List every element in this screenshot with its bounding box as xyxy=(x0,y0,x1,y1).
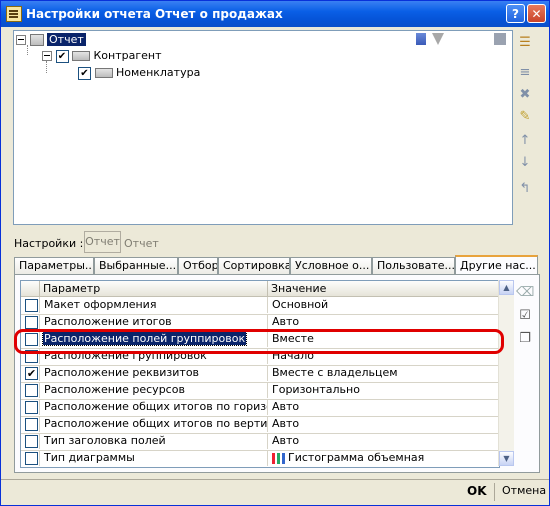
row-check-cell xyxy=(21,399,40,415)
tab-selected-fields[interactable]: Выбранные... xyxy=(94,257,178,274)
copy-icon[interactable]: ❐ xyxy=(516,330,534,348)
row-parameter[interactable]: Расположение общих итогов по вертикали xyxy=(40,416,268,432)
tab-other-settings[interactable]: Другие нас... xyxy=(455,255,538,275)
row-value[interactable]: Авто xyxy=(268,399,499,415)
settings-window: Настройки отчета Отчет о продажах ? ✕ От… xyxy=(0,0,550,506)
cancel-button[interactable]: Отмена xyxy=(502,484,546,497)
close-button[interactable]: ✕ xyxy=(527,4,546,23)
row-check-cell: ✔ xyxy=(21,365,40,381)
row-value[interactable]: Авто xyxy=(268,314,499,330)
tree-item-label: Контрагент xyxy=(93,49,162,62)
scroll-down-icon[interactable]: ▼ xyxy=(499,451,514,466)
grid-row[interactable]: Расположение общих итогов по вертикалиАв… xyxy=(21,416,499,434)
row-value[interactable]: Основной xyxy=(268,297,499,313)
grid-scrollbar[interactable]: ▲ ▼ xyxy=(498,280,514,466)
row-checkbox[interactable] xyxy=(25,418,38,431)
delete-grouping-icon[interactable]: ✖ xyxy=(516,86,534,104)
row-parameter[interactable]: Тип заголовка полей xyxy=(40,433,268,449)
footer-separator xyxy=(494,483,495,501)
row-parameter[interactable]: Расположение ресурсов xyxy=(40,382,268,398)
tree-item-counterparty[interactable]: ✔ Контрагент xyxy=(42,48,162,64)
edit-grouping-icon[interactable]: ✎ xyxy=(516,108,534,126)
move-level-icon[interactable]: ↰ xyxy=(516,180,534,198)
tree-checkbox[interactable]: ✔ xyxy=(55,49,69,63)
report-node-icon xyxy=(29,34,44,46)
ok-button[interactable]: OK xyxy=(467,484,487,498)
grid-row[interactable]: Расположение ресурсов Горизонтально xyxy=(21,382,499,400)
tree-item-label: Отчет xyxy=(47,33,86,46)
row-check-cell xyxy=(21,433,40,449)
grid-row[interactable]: Тип диаграммы Гистограмма объемная xyxy=(21,450,499,467)
grouping-field-icon xyxy=(94,68,113,78)
tree-item-report[interactable]: Отчет xyxy=(16,32,86,48)
row-checkbox[interactable] xyxy=(25,299,38,312)
window-title: Настройки отчета Отчет о продажах xyxy=(26,7,283,21)
tab-sorting[interactable]: Сортировка xyxy=(218,257,290,274)
header-check-column xyxy=(21,281,40,296)
grouping-tree[interactable]: Отчет ✔ Контрагент ✔ Номенклатура xyxy=(13,30,513,225)
settings-label: Настройки : xyxy=(14,237,84,250)
move-up-icon[interactable]: ↑ xyxy=(516,132,534,150)
tab-parameters[interactable]: Параметры... xyxy=(14,257,94,274)
grid-row[interactable]: Макет оформления Основной xyxy=(21,297,499,315)
grouping-field-icon xyxy=(72,51,90,61)
footer-divider xyxy=(1,479,549,480)
row-checkbox[interactable] xyxy=(25,316,38,329)
header-parameter[interactable]: Параметр xyxy=(40,281,268,296)
tree-item-nomenclature[interactable]: ✔ Номенклатура xyxy=(78,65,200,81)
settings-value: Отчет xyxy=(124,237,159,250)
row-checkbox[interactable] xyxy=(25,384,38,397)
clear-icon[interactable]: ⌫ xyxy=(516,284,534,302)
row-check-cell xyxy=(21,382,40,398)
tab-filter[interactable]: Отбор xyxy=(178,257,218,274)
row-check-cell xyxy=(21,314,40,330)
add-grouping-icon[interactable]: ☰ xyxy=(516,34,534,52)
tree-item-label: Номенклатура xyxy=(116,66,201,79)
add-child-grouping-icon[interactable]: ≡ xyxy=(516,64,534,82)
row-value[interactable]: Авто xyxy=(268,416,499,432)
highlight-frame xyxy=(14,329,504,354)
grid-row[interactable]: ✔ Расположение реквизитов Вместе с владель… xyxy=(21,365,499,383)
title-bar[interactable]: Настройки отчета Отчет о продажах ? ✕ xyxy=(1,1,549,27)
header-value[interactable]: Значение xyxy=(268,281,499,296)
tab-user-fields[interactable]: Пользовате... xyxy=(372,257,455,274)
collapse-icon[interactable] xyxy=(42,51,52,61)
row-checkbox[interactable] xyxy=(25,435,38,448)
row-check-cell xyxy=(21,450,40,466)
grid-row[interactable]: Расположение общих итогов по горизонтали… xyxy=(21,399,499,417)
scroll-up-icon[interactable]: ▲ xyxy=(499,280,514,295)
grid-row[interactable]: Тип заголовка полей Авто xyxy=(21,433,499,451)
row-parameter[interactable]: Тип диаграммы xyxy=(40,450,268,466)
check-all-icon[interactable]: ☑ xyxy=(516,307,534,325)
row-checkbox[interactable]: ✔ xyxy=(25,367,38,380)
row-check-cell xyxy=(21,297,40,313)
row-value[interactable]: Авто xyxy=(268,433,499,449)
collapse-icon[interactable] xyxy=(16,35,26,45)
tab-conditional[interactable]: Условное о... xyxy=(290,257,372,274)
move-down-icon[interactable]: ↓ xyxy=(516,154,534,172)
tree-checkbox[interactable]: ✔ xyxy=(78,66,91,80)
row-check-cell xyxy=(21,416,40,432)
filter-icon[interactable] xyxy=(432,33,444,45)
row-parameter[interactable]: Расположение реквизитов xyxy=(40,365,268,381)
row-checkbox[interactable] xyxy=(25,452,38,465)
row-value[interactable]: Гистограмма объемная xyxy=(268,450,499,466)
properties-icon[interactable] xyxy=(494,33,506,45)
chart-type-icon xyxy=(272,452,285,464)
settings-selector[interactable]: Отчет xyxy=(84,231,121,253)
row-parameter[interactable]: Расположение итогов xyxy=(40,314,268,330)
row-value[interactable]: Горизонтально xyxy=(268,382,499,398)
report-icon xyxy=(6,6,22,22)
grid-header: Параметр Значение xyxy=(21,281,499,297)
row-value[interactable]: Вместе с владельцем xyxy=(268,365,499,381)
row-parameter[interactable]: Макет оформления xyxy=(40,297,268,313)
help-button[interactable]: ? xyxy=(506,4,525,23)
grid-view-icon[interactable] xyxy=(416,33,426,45)
row-value-text: Гистограмма объемная xyxy=(288,451,425,464)
row-parameter[interactable]: Расположение общих итогов по горизонтали xyxy=(40,399,268,415)
parameters-grid[interactable]: Параметр Значение Макет оформления Основн… xyxy=(20,280,500,468)
other-settings-panel: Параметр Значение Макет оформления Основн… xyxy=(14,274,540,473)
row-checkbox[interactable] xyxy=(25,401,38,414)
